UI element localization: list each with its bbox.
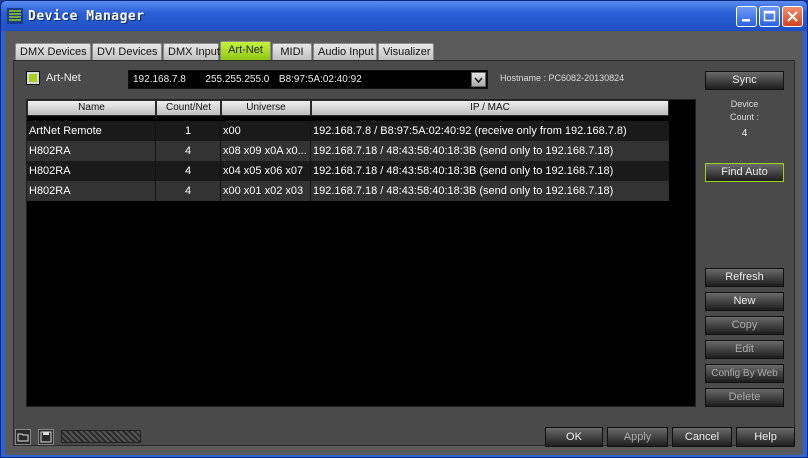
cell-name: H802RA	[27, 181, 156, 201]
device-count-label-line-1: Device	[730, 99, 759, 109]
column-header-count-net[interactable]: Count/Net	[156, 100, 221, 116]
table-row[interactable]: H802RA 4 x00 x01 x02 x03 192.168.7.18 / …	[27, 181, 669, 201]
maximize-icon	[763, 10, 776, 22]
config-by-web-button[interactable]: Config By Web	[705, 364, 784, 383]
window-client-area: DMX Devices DVI Devices DMX Input Art-Ne…	[5, 31, 803, 455]
device-count-label-line-2: Count :	[729, 112, 760, 122]
tab-art-net[interactable]: Art-Net	[220, 41, 271, 61]
cell-ip-mac: 192.168.7.18 / 48:43:58:40:18:3B (send o…	[313, 165, 614, 177]
table-row[interactable]: H802RA 4 x08 x09 x0A x0... 192.168.7.18 …	[27, 141, 669, 161]
open-folder-icon[interactable]	[15, 429, 31, 445]
cell-universe: x04 x05 x06 x07	[221, 161, 311, 181]
hostname-display: Hostname : PC6082-20130824	[500, 73, 624, 83]
cell-universe: x08 x09 x0A x0...	[221, 141, 311, 161]
status-progress-bar	[61, 430, 141, 443]
cell-universe: x00	[221, 121, 311, 141]
tab-dmx-devices[interactable]: DMX Devices	[15, 43, 91, 61]
table-row[interactable]: ArtNet Remote 1 x00 192.168.7.8 / B8:97:…	[27, 121, 669, 141]
adapter-mask: 255.255.255.0	[205, 74, 270, 85]
minimize-icon	[742, 19, 750, 22]
chevron-down-icon[interactable]	[471, 72, 486, 87]
adapter-ip: 192.168.7.8	[133, 74, 186, 85]
cell-universe: x00 x01 x02 x03	[221, 181, 311, 201]
cell-name: H802RA	[27, 141, 156, 161]
cell-count-net: 4	[156, 161, 221, 181]
cell-name: H802RA	[27, 161, 156, 181]
hostname-label: Hostname :	[500, 73, 547, 83]
find-auto-button[interactable]: Find Auto	[705, 163, 784, 182]
tab-audio-input[interactable]: Audio Input	[313, 43, 377, 61]
window-title: Device Manager	[28, 9, 145, 24]
column-header-universe[interactable]: Universe	[221, 100, 311, 116]
copy-button[interactable]: Copy	[705, 316, 784, 335]
device-table: Name Count/Net Universe IP / MAC ArtNet …	[26, 99, 696, 407]
help-button[interactable]: Help	[736, 427, 795, 447]
column-header-ip-mac[interactable]: IP / MAC	[311, 100, 669, 116]
device-count-label: Device Count :	[705, 98, 784, 124]
cell-count-net: 4	[156, 181, 221, 201]
delete-button[interactable]: Delete	[705, 388, 784, 407]
new-button[interactable]: New	[705, 292, 784, 311]
hostname-value: PC6082-20130824	[548, 73, 625, 83]
device-count-value: 4	[741, 128, 748, 139]
network-adapter-select[interactable]: 192.168.7.8 255.255.255.0 B8:97:5A:02:40…	[128, 70, 488, 89]
minimize-button[interactable]	[736, 6, 757, 27]
close-icon	[787, 11, 798, 22]
device-manager-window: Device Manager DMX Devices DVI Devices D…	[0, 0, 808, 458]
edit-button[interactable]: Edit	[705, 340, 784, 359]
sync-button[interactable]: Sync	[705, 71, 784, 90]
refresh-button[interactable]: Refresh	[705, 268, 784, 287]
app-icon	[7, 8, 23, 24]
cell-count-net: 1	[156, 121, 221, 141]
column-header-name[interactable]: Name	[27, 100, 156, 116]
apply-button[interactable]: Apply	[607, 427, 668, 447]
cell-ip-mac: 192.168.7.8 / B8:97:5A:02:40:92 (receive…	[313, 125, 627, 137]
table-row[interactable]: H802RA 4 x04 x05 x06 x07 192.168.7.18 / …	[27, 161, 669, 181]
cancel-button[interactable]: Cancel	[672, 427, 732, 447]
tab-midi[interactable]: MIDI	[272, 43, 312, 61]
tab-visualizer[interactable]: Visualizer	[378, 43, 434, 61]
maximize-button[interactable]	[759, 6, 780, 27]
art-net-panel: Art-Net 192.168.7.8 255.255.255.0 B8:97:…	[13, 60, 795, 446]
cell-count-net: 4	[156, 141, 221, 161]
save-icon[interactable]	[38, 429, 54, 445]
tab-dmx-input[interactable]: DMX Input	[163, 43, 220, 61]
cell-ip-mac: 192.168.7.18 / 48:43:58:40:18:3B (send o…	[313, 185, 614, 197]
cell-ip-mac: 192.168.7.18 / 48:43:58:40:18:3B (send o…	[313, 145, 614, 157]
ok-button[interactable]: OK	[545, 427, 603, 447]
art-net-enable-checkbox[interactable]	[26, 71, 40, 85]
adapter-mac: B8:97:5A:02:40:92	[278, 74, 362, 85]
cell-name: ArtNet Remote	[27, 121, 156, 141]
close-button[interactable]	[782, 6, 803, 27]
tab-dvi-devices[interactable]: DVI Devices	[92, 43, 162, 61]
art-net-enable-label: Art-Net	[46, 72, 81, 84]
title-bar[interactable]: Device Manager	[1, 1, 807, 31]
